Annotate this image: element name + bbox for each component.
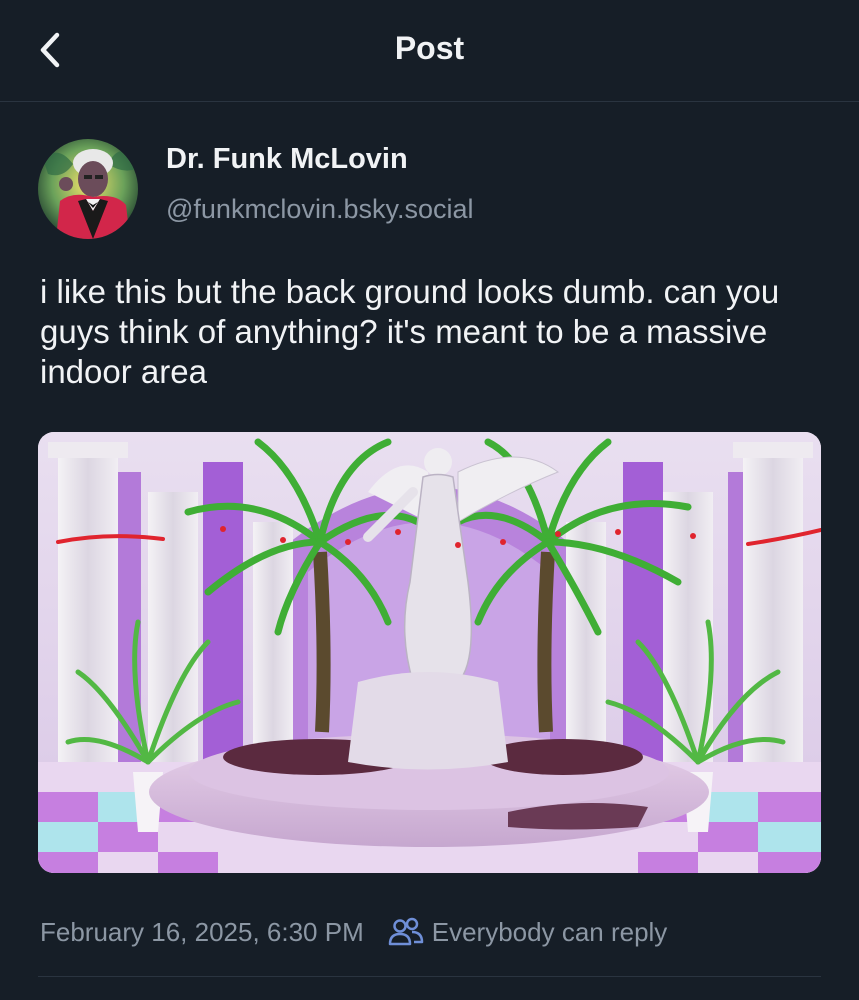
post-text: i like this but the back ground looks du… [40, 273, 780, 390]
post-timestamp: February 16, 2025, 6:30 PM [40, 916, 364, 947]
post-meta: February 16, 2025, 6:30 PM Everybody can… [40, 912, 667, 952]
avatar-image [38, 139, 138, 239]
post-thread-screen: Post Dr. Funk McLovin @funkmclovin.bsky.… [0, 0, 859, 1000]
post-image[interactable] [38, 432, 821, 873]
reply-setting-button[interactable]: Everybody can reply [388, 916, 668, 948]
author-handle[interactable]: @funkmclovin.bsky.social [166, 194, 474, 225]
divider [38, 976, 821, 977]
top-bar: Post [0, 0, 859, 102]
reply-setting-label: Everybody can reply [431, 916, 668, 947]
people-icon [388, 917, 423, 946]
statue-fountain-scene [38, 432, 821, 873]
page-title: Post [394, 30, 465, 66]
avatar[interactable] [38, 139, 138, 239]
author-display-name[interactable]: Dr. Funk McLovin [166, 143, 408, 176]
